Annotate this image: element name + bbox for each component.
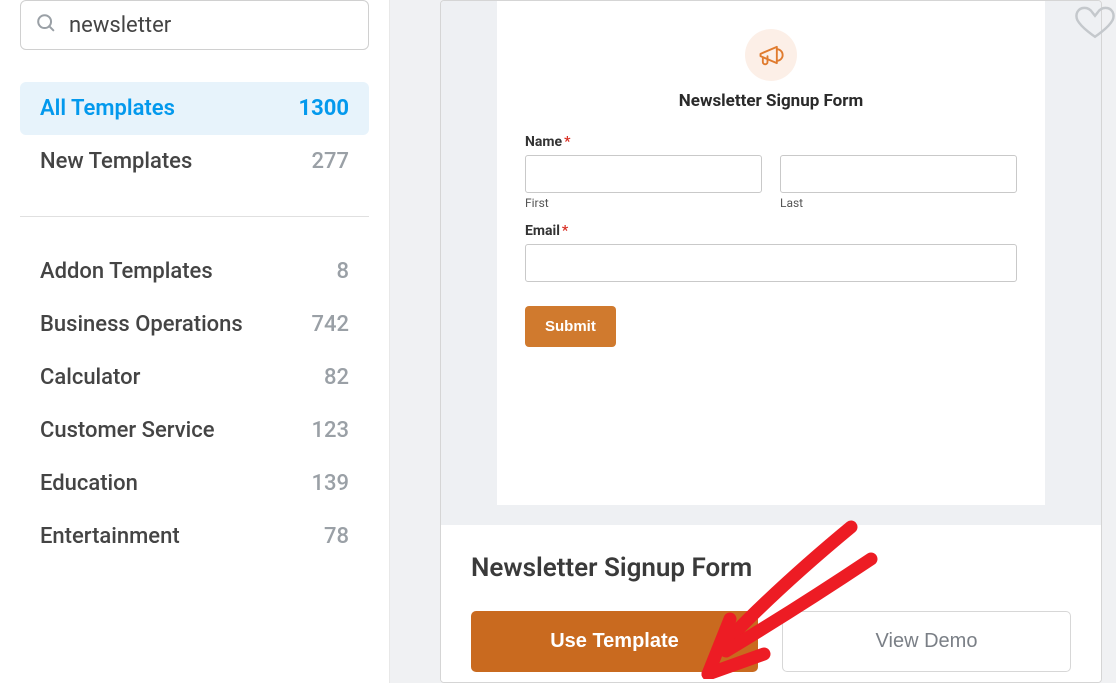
first-name-input[interactable] — [525, 155, 762, 193]
view-demo-button[interactable]: View Demo — [782, 611, 1071, 672]
favorite-icon[interactable] — [1074, 0, 1116, 46]
sidebar-item-education[interactable]: Education 139 — [20, 457, 369, 510]
sidebar-category-list: Addon Templates 8 Business Operations 74… — [20, 245, 369, 563]
template-card-footer: Newsletter Signup Form Use Template View… — [441, 525, 1101, 682]
sidebar-item-count: 277 — [311, 149, 349, 174]
search-box[interactable] — [20, 0, 369, 50]
sidebar-top-list: All Templates 1300 New Templates 277 — [20, 82, 369, 188]
template-preview: Newsletter Signup Form Name* First Last — [441, 1, 1101, 525]
label-text: Email — [525, 223, 560, 239]
sidebar-item-count: 78 — [324, 524, 349, 549]
submit-button[interactable]: Submit — [525, 306, 616, 347]
sidebar-item-label: Education — [40, 471, 138, 496]
form-preview: Newsletter Signup Form Name* First Last — [497, 1, 1045, 505]
sidebar-item-entertainment[interactable]: Entertainment 78 — [20, 510, 369, 563]
sidebar-item-business-operations[interactable]: Business Operations 742 — [20, 298, 369, 351]
sidebar-item-count: 742 — [311, 312, 349, 337]
search-icon — [35, 12, 57, 38]
sidebar-item-label: Customer Service — [40, 418, 215, 443]
sidebar-item-count: 123 — [311, 418, 349, 443]
sidebar-item-label: Calculator — [40, 365, 140, 390]
sidebar-item-calculator[interactable]: Calculator 82 — [20, 351, 369, 404]
sidebar-divider — [20, 216, 369, 217]
sidebar-item-count: 8 — [336, 259, 349, 284]
sidebar-item-label: Business Operations — [40, 312, 243, 337]
megaphone-icon — [745, 29, 797, 81]
search-input[interactable] — [69, 13, 354, 38]
form-label-name: Name* — [525, 134, 570, 150]
required-asterisk: * — [564, 134, 570, 150]
form-row-email: Email* — [525, 220, 1017, 282]
label-text: Name — [525, 134, 562, 150]
sidebar-item-label: Addon Templates — [40, 259, 213, 284]
sidebar-item-new-templates[interactable]: New Templates 277 — [20, 135, 369, 188]
last-name-input[interactable] — [780, 155, 1017, 193]
required-asterisk: * — [562, 223, 568, 239]
last-name-sublabel: Last — [780, 196, 1017, 210]
form-label-email: Email* — [525, 223, 568, 239]
sidebar-item-label: New Templates — [40, 149, 192, 174]
template-main: Newsletter Signup Form Name* First Last — [390, 0, 1116, 683]
sidebar-item-all-templates[interactable]: All Templates 1300 — [20, 82, 369, 135]
template-card: Newsletter Signup Form Name* First Last — [440, 0, 1102, 683]
first-name-sublabel: First — [525, 196, 762, 210]
sidebar-item-count: 139 — [311, 471, 349, 496]
email-input[interactable] — [525, 244, 1017, 282]
sidebar-item-label: All Templates — [40, 96, 175, 121]
form-row-name: Name* First Last — [525, 131, 1017, 210]
sidebar-item-label: Entertainment — [40, 524, 180, 549]
template-action-row: Use Template View Demo — [471, 611, 1071, 672]
sidebar-item-count: 82 — [324, 365, 349, 390]
sidebar-item-count: 1300 — [299, 96, 350, 121]
sidebar-item-customer-service[interactable]: Customer Service 123 — [20, 404, 369, 457]
form-title: Newsletter Signup Form — [525, 91, 1017, 111]
template-title: Newsletter Signup Form — [471, 553, 1071, 583]
template-sidebar: All Templates 1300 New Templates 277 Add… — [0, 0, 390, 683]
sidebar-item-addon-templates[interactable]: Addon Templates 8 — [20, 245, 369, 298]
use-template-button[interactable]: Use Template — [471, 611, 758, 672]
